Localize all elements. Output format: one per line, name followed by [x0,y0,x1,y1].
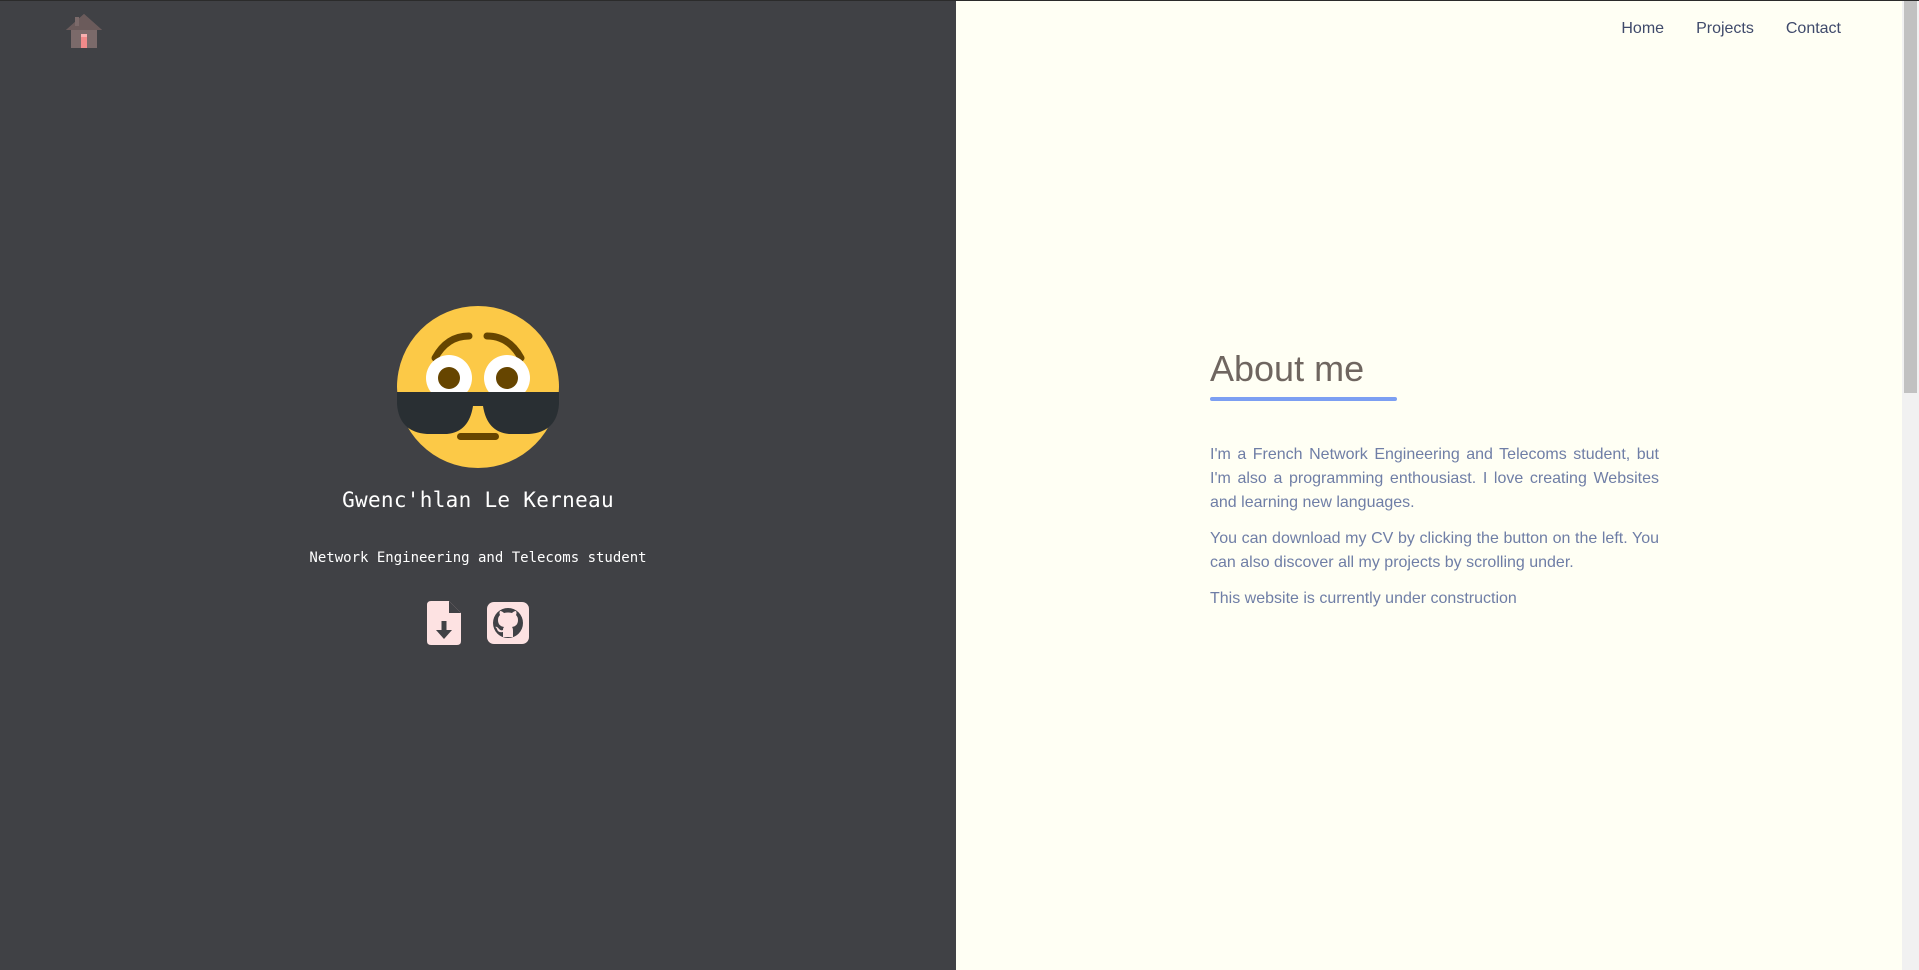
nav-projects-link[interactable]: Projects [1696,20,1754,38]
house-icon[interactable] [64,12,104,50]
nav-home-link[interactable]: Home [1621,20,1664,38]
about-section: About me I'm a French Network Engineerin… [1210,347,1659,611]
page: Gwenc'hlan Le Kerneau Network Engineerin… [0,0,1919,970]
heading-underline [1210,397,1397,401]
about-paragraph: I'm a French Network Engineering and Tel… [1210,446,1659,511]
profile-name: Gwenc'hlan Le Kerneau [342,488,614,512]
github-icon[interactable] [487,602,529,644]
profile-actions [427,601,529,645]
profile-tagline: Network Engineering and Telecoms student [309,550,647,566]
main-nav: Home Projects Contact [1621,20,1841,38]
scrollbar[interactable] [1902,1,1919,970]
profile-panel: Gwenc'hlan Le Kerneau Network Engineerin… [0,1,956,970]
nav-contact-link[interactable]: Contact [1786,20,1841,38]
download-cv-icon[interactable] [427,601,461,645]
about-heading: About me [1210,348,1365,389]
content-panel: Home Projects Contact About me I'm a Fre… [956,1,1919,970]
profile: Gwenc'hlan Le Kerneau Network Engineerin… [0,306,956,645]
avatar-emoji-icon [397,306,559,468]
scrollbar-thumb[interactable] [1904,1,1917,393]
about-paragraph: You can download my CV by clicking the b… [1210,530,1659,571]
about-paragraph: This website is currently under construc… [1210,590,1517,607]
